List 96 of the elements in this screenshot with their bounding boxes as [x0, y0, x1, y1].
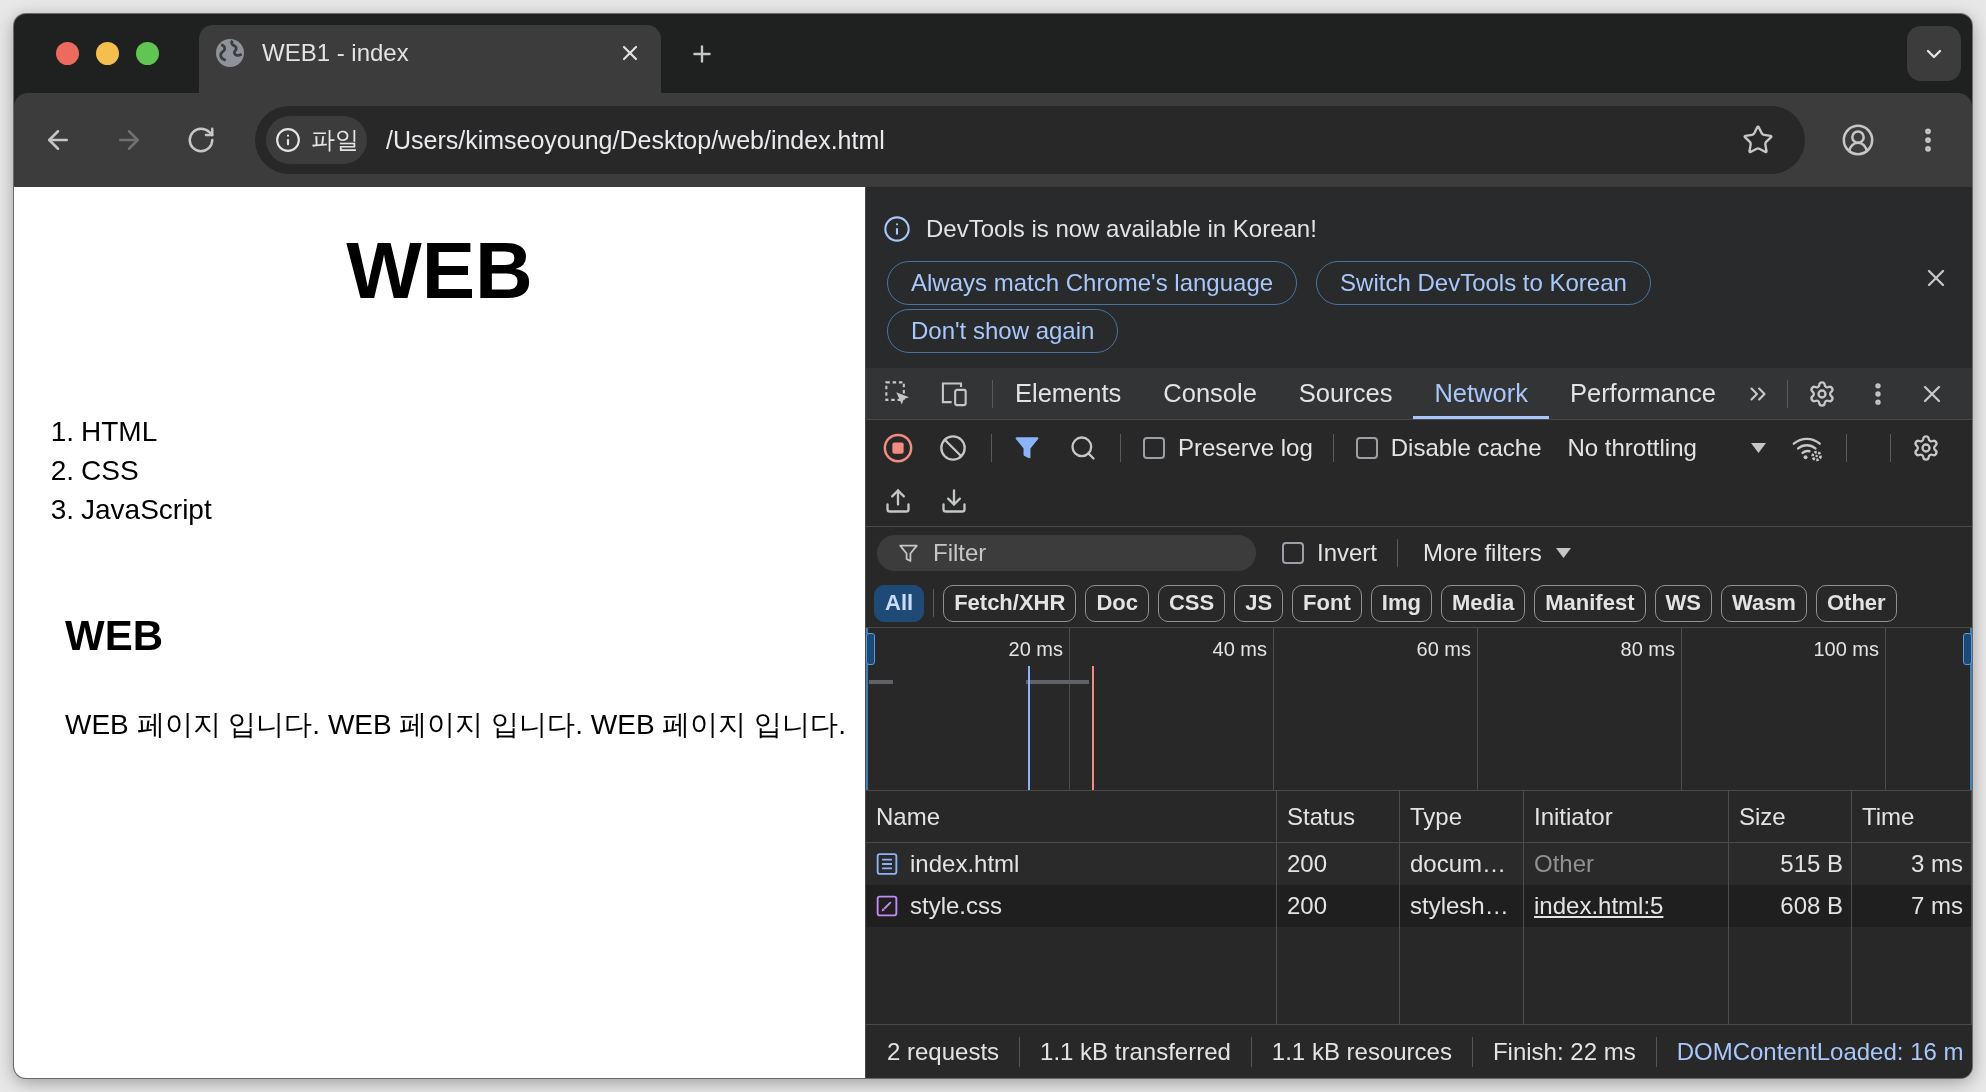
site-info-chip[interactable]: 파일: [266, 116, 367, 164]
funnel-icon: [898, 543, 919, 564]
list-item: CSS: [81, 454, 139, 487]
file-name: style.css: [910, 892, 1002, 920]
paragraph: WEB 페이지 입니다. WEB 페이지 입니다. WEB 페이지 입니다.: [65, 708, 846, 742]
file-name: index.html: [910, 850, 1020, 878]
range-handle[interactable]: [1963, 633, 1972, 665]
column-header[interactable]: Name: [866, 791, 1277, 842]
type-filter-chip[interactable]: WS: [1654, 584, 1712, 622]
info-icon: [883, 215, 911, 243]
type-filter-chip[interactable]: Manifest: [1534, 584, 1646, 622]
request-bar: [869, 680, 893, 684]
type-filter-chip[interactable]: Media: [1440, 584, 1526, 622]
column-header[interactable]: Time: [1852, 791, 1972, 842]
table-cell: docum…: [1410, 850, 1507, 878]
checkbox-label[interactable]: Disable cache: [1390, 434, 1542, 462]
type-filter-chip[interactable]: All: [874, 584, 925, 622]
column-header[interactable]: Initiator: [1524, 791, 1729, 842]
panel-tab[interactable]: Elements: [994, 368, 1143, 419]
table-cell: stylesh…: [1410, 892, 1509, 920]
status-text: 1.1 kB resources: [1250, 1036, 1472, 1067]
type-filter-chip[interactable]: Fetch/XHR: [943, 584, 1077, 622]
reload-icon[interactable]: [186, 125, 216, 155]
panel-tab[interactable]: Network: [1413, 368, 1549, 419]
table-cell: Other: [1534, 850, 1595, 878]
checkbox[interactable]: [1282, 542, 1304, 564]
table-cell: 7 ms: [1911, 892, 1963, 920]
url-text: /Users/kimseoyoung/Desktop/web/index.html: [386, 125, 885, 155]
close-dot-icon[interactable]: [56, 42, 79, 65]
type-filter-chip[interactable]: Other: [1815, 584, 1897, 622]
minimize-dot-icon[interactable]: [96, 42, 119, 65]
settings-icon[interactable]: [1912, 434, 1941, 462]
filter-field[interactable]: Filter: [877, 535, 1256, 571]
request-row[interactable]: style.css 200 stylesh… index.html:5 608 B 7 ms: [866, 885, 1972, 927]
more-filters-button[interactable]: More filters: [1423, 539, 1571, 567]
column-header[interactable]: Status: [1277, 791, 1400, 842]
panel-tab[interactable]: Sources: [1277, 368, 1414, 419]
table-cell: 3 ms: [1911, 850, 1963, 878]
download-icon[interactable]: [940, 487, 968, 515]
throttling-select[interactable]: No throttling: [1567, 434, 1767, 462]
record-icon[interactable]: [883, 433, 913, 463]
caret-icon: [1751, 443, 1767, 453]
type-filter-chip[interactable]: JS: [1234, 584, 1284, 622]
list-number: 3.: [49, 493, 74, 526]
timeline-tick-label: 100 ms: [1813, 638, 1879, 661]
list-number: 2.: [49, 454, 74, 487]
type-filter-chip[interactable]: Img: [1370, 584, 1432, 622]
table-cell: 200: [1287, 850, 1328, 878]
status-text: DOMContentLoaded: 16 m: [1655, 1036, 1972, 1067]
table-cell: 515 B: [1780, 850, 1843, 878]
upload-icon[interactable]: [884, 487, 912, 515]
panel-tab[interactable]: Performance: [1548, 368, 1737, 419]
panel-tab[interactable]: Console: [1142, 368, 1278, 419]
funnel-icon[interactable]: [1014, 435, 1040, 461]
user-circle-icon[interactable]: [1841, 123, 1875, 157]
star-icon[interactable]: [1742, 124, 1774, 156]
timeline-tick-label: 60 ms: [1416, 638, 1471, 661]
list-item: JavaScript: [81, 493, 212, 526]
range-handle[interactable]: [866, 633, 875, 665]
circle-slash-icon[interactable]: [939, 434, 967, 462]
initiator-link[interactable]: index.html:5: [1534, 892, 1664, 920]
search-icon[interactable]: [1069, 434, 1097, 462]
checkbox[interactable]: [1355, 437, 1378, 459]
devices-icon[interactable]: [940, 379, 968, 408]
type-filter-chip[interactable]: Font: [1292, 584, 1362, 622]
request-bar: [1026, 680, 1089, 684]
table-cell: 200: [1287, 892, 1328, 920]
status-text: 2 requests: [886, 1036, 1001, 1067]
settings-icon[interactable]: [1807, 379, 1836, 408]
type-filter-chip[interactable]: Doc: [1085, 584, 1149, 622]
browser-tab[interactable]: WEB1 - index: [199, 25, 661, 93]
timeline-tick-label: 80 ms: [1620, 638, 1675, 661]
stylesheet-file-icon: [876, 895, 898, 917]
infobar-message: DevTools is now available in Korean!: [926, 215, 1317, 243]
section-heading: WEB: [65, 611, 163, 661]
checkbox[interactable]: [1143, 437, 1165, 459]
checkbox-label[interactable]: Invert: [1317, 539, 1378, 567]
status-text: 1.1 kB transferred: [1019, 1036, 1251, 1067]
list-item: HTML: [81, 415, 158, 448]
column-header[interactable]: Type: [1400, 791, 1524, 842]
address-bar[interactable]: 파일 /Users/kimseoyoung/Desktop/web/index.html: [255, 106, 1805, 174]
list-number: 1.: [49, 415, 74, 448]
timeline-tick-label: 20 ms: [1008, 638, 1063, 661]
globe-icon: [216, 39, 244, 67]
caret-icon: [1555, 548, 1571, 558]
info-icon: [275, 127, 301, 153]
table-cell: 608 B: [1780, 892, 1843, 920]
status-text: Finish: 22 ms: [1471, 1036, 1656, 1067]
document-file-icon: [876, 853, 898, 875]
type-filter-chip[interactable]: Wasm: [1720, 584, 1807, 622]
timeline-tick-label: 40 ms: [1212, 638, 1267, 661]
column-header[interactable]: Size: [1729, 791, 1852, 842]
type-filter-chip[interactable]: CSS: [1157, 584, 1226, 622]
checkbox-label[interactable]: Preserve log: [1178, 434, 1313, 462]
page-heading: WEB: [346, 231, 533, 311]
zoom-dot-icon[interactable]: [136, 42, 159, 65]
